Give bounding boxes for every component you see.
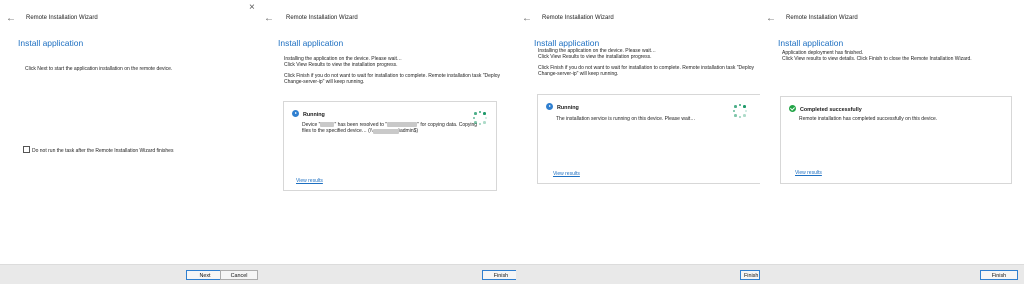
success-status-icon xyxy=(789,105,796,112)
loading-spinner-icon xyxy=(732,103,748,119)
wizard-panel-running-copy: ← Remote Installation Wizard Install app… xyxy=(258,0,520,284)
finish-button[interactable]: Finish xyxy=(740,270,760,280)
close-icon[interactable]: × xyxy=(249,2,255,13)
redacted-address: ██████████ xyxy=(387,122,418,128)
status-message: Remote installation has completed succes… xyxy=(799,116,938,122)
message-line: files to the specified device… (\\██████… xyxy=(302,128,477,134)
checkbox-label: Do not run the task after the Remote Ins… xyxy=(32,148,174,154)
spinner-dot xyxy=(474,120,478,124)
spinner-dot xyxy=(744,109,748,113)
message-text: " for copying data. Copying xyxy=(417,122,478,128)
status-label: Running xyxy=(303,112,325,118)
message-text: files to the specified device… (\\ xyxy=(302,128,373,135)
spinner-dot xyxy=(742,113,746,117)
status-message: The installation service is running on t… xyxy=(556,116,696,122)
spinner-dot xyxy=(734,105,738,109)
instruction-line: Click View results to view details. Clic… xyxy=(782,56,972,63)
status-row: Completed successfully xyxy=(789,105,862,113)
wizard-footer: Next Cancel xyxy=(0,264,262,284)
completion-instructions: Application deployment has finished. Cli… xyxy=(782,50,972,63)
window-title: Remote Installation Wizard xyxy=(286,15,358,21)
window-title: Remote Installation Wizard xyxy=(786,15,858,21)
spinner-dot xyxy=(734,113,738,117)
spinner-dot xyxy=(742,105,746,109)
spinner-dot xyxy=(482,112,486,116)
status-label: Running xyxy=(557,105,579,111)
loading-spinner-icon xyxy=(472,110,488,126)
do-not-run-checkbox-row[interactable]: Do not run the task after the Remote Ins… xyxy=(23,146,173,154)
status-card: Completed successfully Remote installati… xyxy=(780,96,1012,184)
spinner-dot xyxy=(472,116,476,120)
progress-instructions: Installing the application on the device… xyxy=(538,48,754,78)
spinner-dot xyxy=(478,110,482,114)
running-status-icon xyxy=(292,110,299,117)
status-message: Device "████" has been resolved to "████… xyxy=(302,122,477,135)
finish-button[interactable]: Finish xyxy=(482,270,520,280)
status-row: Running xyxy=(546,103,579,111)
page-title: Install application xyxy=(278,38,344,48)
page-title: Install application xyxy=(778,38,844,48)
top-edge-strip xyxy=(258,0,520,3)
page-title: Install application xyxy=(18,38,84,48)
spinner-dot xyxy=(738,115,742,119)
back-arrow-icon[interactable]: ← xyxy=(522,14,532,24)
spinner-dot xyxy=(484,116,488,120)
status-card: Running The installation service is runn… xyxy=(537,94,761,184)
window-title: Remote Installation Wizard xyxy=(542,15,614,21)
instruction-line: Change-server-ip" will keep running. xyxy=(538,71,619,78)
status-label: Completed successfully xyxy=(800,107,862,113)
page-title: Install application xyxy=(534,38,600,48)
finish-button[interactable]: Finish xyxy=(980,270,1018,280)
wizard-panel-completed: ← Remote Installation Wizard Install app… xyxy=(760,0,1024,284)
redacted-share: █████████ xyxy=(372,128,399,134)
wizard-panel-running-service: ← Remote Installation Wizard Install app… xyxy=(516,0,762,284)
wizard-footer: Finish xyxy=(516,264,762,284)
running-status-icon xyxy=(546,103,553,110)
wizard-footer: Finish xyxy=(258,264,520,284)
spinner-dot xyxy=(474,112,478,116)
status-card: Running Device "████" has been resolved … xyxy=(283,101,497,191)
view-results-link[interactable]: View results xyxy=(553,171,580,177)
wizard-footer: Finish xyxy=(760,264,1024,284)
spinner-dot xyxy=(482,120,486,124)
back-arrow-icon[interactable]: ← xyxy=(6,14,16,24)
spinner-dot xyxy=(732,109,736,113)
spinner-dot xyxy=(738,103,742,107)
cancel-button[interactable]: Cancel xyxy=(220,270,258,280)
top-edge-strip xyxy=(0,0,262,3)
back-arrow-icon[interactable]: ← xyxy=(766,14,776,24)
top-edge-strip xyxy=(516,0,762,3)
view-results-link[interactable]: View results xyxy=(296,178,323,184)
instruction-text: Click Next to start the application inst… xyxy=(25,66,173,72)
message-text: \admin$) xyxy=(398,128,419,135)
redacted-device-name: ████ xyxy=(320,122,335,128)
wizard-panel-start: ← Remote Installation Wizard × Install a… xyxy=(0,0,262,284)
status-row: Running xyxy=(292,110,325,118)
back-arrow-icon[interactable]: ← xyxy=(264,14,274,24)
progress-instructions: Installing the application on the device… xyxy=(284,56,500,86)
spinner-dot xyxy=(478,122,482,126)
instruction-line: Change-server-ip" will keep running. xyxy=(284,79,365,86)
view-results-link[interactable]: View results xyxy=(795,170,822,176)
do-not-run-checkbox[interactable] xyxy=(23,146,30,153)
top-edge-strip xyxy=(760,0,1024,3)
window-title: Remote Installation Wizard xyxy=(26,15,98,21)
next-button[interactable]: Next xyxy=(186,270,224,280)
